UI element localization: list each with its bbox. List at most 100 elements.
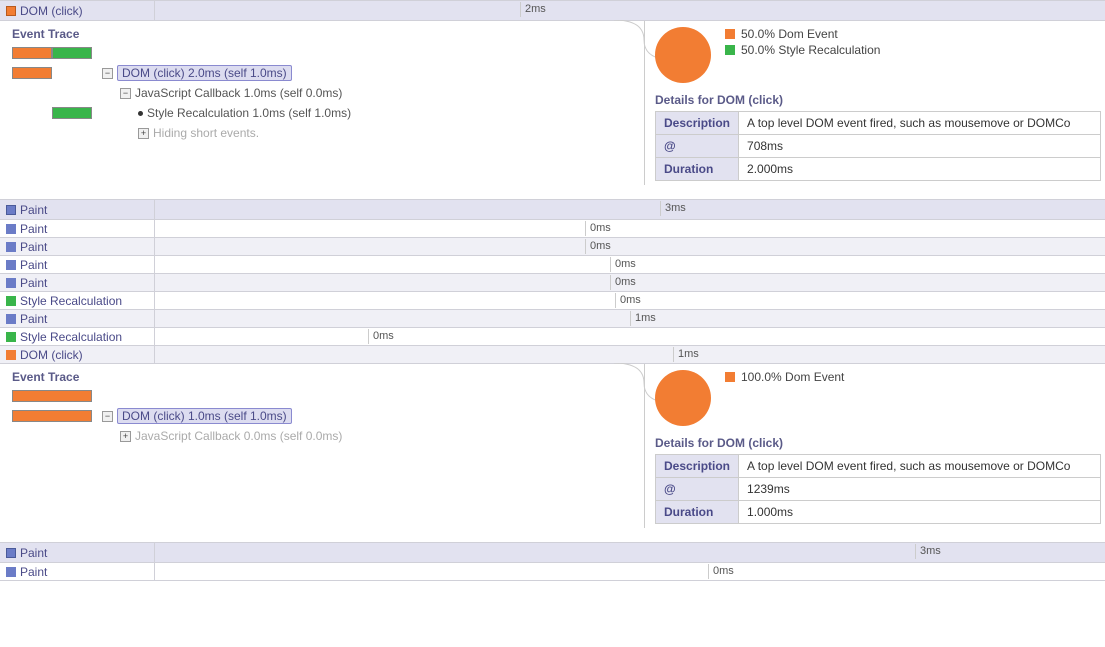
trace-line-label: JavaScript Callback 0.0ms (self 0.0ms) — [135, 429, 342, 443]
legend-item: 50.0% Style Recalculation — [725, 43, 880, 57]
grid-data-row[interactable]: Paint0ms — [0, 237, 1105, 255]
trace-left: Event Trace −DOM (click) 1.0ms (self 1.0… — [0, 364, 645, 528]
swatch-icon — [725, 372, 735, 382]
ms-label: 0ms — [615, 293, 641, 308]
row-label: DOM (click) — [0, 1, 155, 20]
ms-label: 0ms — [708, 564, 734, 579]
trace-line-text: + JavaScript Callback 0.0ms (self 0.0ms) — [102, 427, 342, 445]
grid-data-row[interactable]: Paint1ms — [0, 309, 1105, 327]
trace-line[interactable]: + Hiding short events. — [12, 125, 644, 141]
grid-data-row[interactable]: Paint0ms — [0, 273, 1105, 291]
legend-label: 100.0% Dom Event — [741, 370, 844, 384]
details-value: 2.000ms — [739, 158, 1101, 181]
swatch-icon — [6, 567, 16, 577]
grid-header-row[interactable]: Paint 3ms — [0, 542, 1105, 562]
grid-data-row[interactable]: DOM (click)1ms — [0, 345, 1105, 363]
pie-chart — [655, 27, 711, 83]
trace-line-bars — [12, 65, 102, 81]
trace-line-label: JavaScript Callback 1.0ms (self 0.0ms) — [135, 86, 342, 100]
legend-item: 50.0% Dom Event — [725, 27, 880, 41]
trace-line[interactable]: −DOM (click) 2.0ms (self 1.0ms) — [12, 65, 644, 81]
row-bar-area: 3ms — [155, 543, 1105, 562]
bullet-icon — [138, 111, 143, 116]
trace-line-text: −JavaScript Callback 1.0ms (self 0.0ms) — [102, 84, 342, 102]
ms-label: 2ms — [520, 2, 546, 17]
row-label-text: Paint — [20, 222, 47, 236]
trace-right: 100.0% Dom Event Details for DOM (click)… — [645, 364, 1105, 528]
swatch-icon — [6, 260, 16, 270]
swatch-icon — [6, 224, 16, 234]
row-label: Paint — [0, 238, 155, 255]
ms-label: 0ms — [610, 275, 636, 290]
row-label-text: Paint — [20, 312, 47, 326]
trace-line-text: −DOM (click) 2.0ms (self 1.0ms) — [102, 64, 292, 82]
details-row: @1239ms — [656, 478, 1101, 501]
grid-data-row[interactable]: Paint0ms — [0, 219, 1105, 237]
trace-line-label: Hiding short events. — [153, 126, 259, 140]
details-value: 1239ms — [739, 478, 1101, 501]
details-key: Duration — [656, 158, 739, 181]
trace-line[interactable]: −DOM (click) 1.0ms (self 1.0ms) — [12, 408, 644, 424]
details-heading: Details for DOM (click) — [655, 436, 1101, 450]
collapse-icon[interactable]: − — [102, 411, 113, 422]
grid-header-row[interactable]: Paint 3ms — [0, 199, 1105, 219]
grid-data-row[interactable]: Style Recalculation0ms — [0, 291, 1105, 309]
grid-data-row[interactable]: Paint 0ms — [0, 255, 1105, 273]
grid-panel-3: Paint 3ms Paint 0ms — [0, 542, 1105, 580]
trace-line-bars — [12, 408, 102, 424]
details-table: DescriptionA top level DOM event fired, … — [655, 454, 1101, 524]
swatch-icon — [6, 350, 16, 360]
row-label-text: Paint — [20, 203, 47, 217]
collapse-icon[interactable]: − — [102, 68, 113, 79]
details-row: Duration1.000ms — [656, 501, 1101, 524]
trace-line[interactable]: Style Recalculation 1.0ms (self 1.0ms) — [12, 105, 644, 121]
ms-label: 0ms — [368, 329, 394, 344]
trace-line-label: Style Recalculation 1.0ms (self 1.0ms) — [147, 106, 351, 120]
pie-legend-list: 50.0% Dom Event 50.0% Style Recalculation — [725, 27, 880, 57]
ms-label: 0ms — [610, 257, 636, 272]
details-key: Description — [656, 112, 739, 135]
row-label: Paint — [0, 310, 155, 327]
details-key: @ — [656, 478, 739, 501]
grid-data-row[interactable]: Style Recalculation0ms — [0, 327, 1105, 345]
pie-chart — [655, 370, 711, 426]
row-label: Paint — [0, 220, 155, 237]
row-label: DOM (click) — [0, 346, 155, 363]
expand-icon[interactable]: + — [120, 431, 131, 442]
grid-data-row[interactable]: Paint 0ms — [0, 562, 1105, 580]
details-value: A top level DOM event fired, such as mou… — [739, 455, 1101, 478]
row-bar-area: 1ms — [155, 346, 1105, 363]
details-table: DescriptionA top level DOM event fired, … — [655, 111, 1101, 181]
row-label-text: Paint — [20, 565, 47, 579]
trace-line[interactable]: + JavaScript Callback 0.0ms (self 0.0ms) — [12, 428, 644, 444]
trace-summary-bar — [12, 388, 644, 404]
details-row: @708ms — [656, 135, 1101, 158]
grid-header-row[interactable]: DOM (click) 2ms — [0, 0, 1105, 20]
trace-left: Event Trace −DOM (click) 2.0ms (self 1.0… — [0, 21, 645, 185]
trace-block-2: Event Trace −DOM (click) 1.0ms (self 1.0… — [0, 363, 1105, 528]
swatch-icon — [725, 45, 735, 55]
row-label: Paint — [0, 256, 155, 273]
trace-bar-segment — [52, 107, 92, 119]
spacer — [0, 185, 1105, 199]
collapse-icon[interactable]: − — [120, 88, 131, 99]
pie-legend-list: 100.0% Dom Event — [725, 370, 844, 384]
row-label-text: DOM (click) — [20, 4, 83, 18]
trace-line-bars — [12, 125, 102, 141]
ms-label: 3ms — [915, 544, 941, 559]
trace-bar-segment — [52, 67, 92, 79]
trace-line-text: + Hiding short events. — [102, 124, 259, 142]
grid-panel-1: DOM (click) 2ms — [0, 0, 1105, 20]
pie-legend: 50.0% Dom Event 50.0% Style Recalculation — [655, 27, 1101, 83]
trace-line[interactable]: −JavaScript Callback 1.0ms (self 0.0ms) — [12, 85, 644, 101]
swatch-icon — [6, 242, 16, 252]
trace-block-1: Event Trace −DOM (click) 2.0ms (self 1.0… — [0, 20, 1105, 185]
trace-line-text: −DOM (click) 1.0ms (self 1.0ms) — [102, 407, 292, 425]
row-bar-area: 0ms — [155, 292, 1105, 309]
row-bar-area: 0ms — [155, 256, 1105, 273]
row-bar-area: 0ms — [155, 328, 1105, 345]
details-value: 1.000ms — [739, 501, 1101, 524]
swatch-icon — [6, 332, 16, 342]
row-bar-area: 2ms — [155, 1, 1105, 20]
expand-icon[interactable]: + — [138, 128, 149, 139]
